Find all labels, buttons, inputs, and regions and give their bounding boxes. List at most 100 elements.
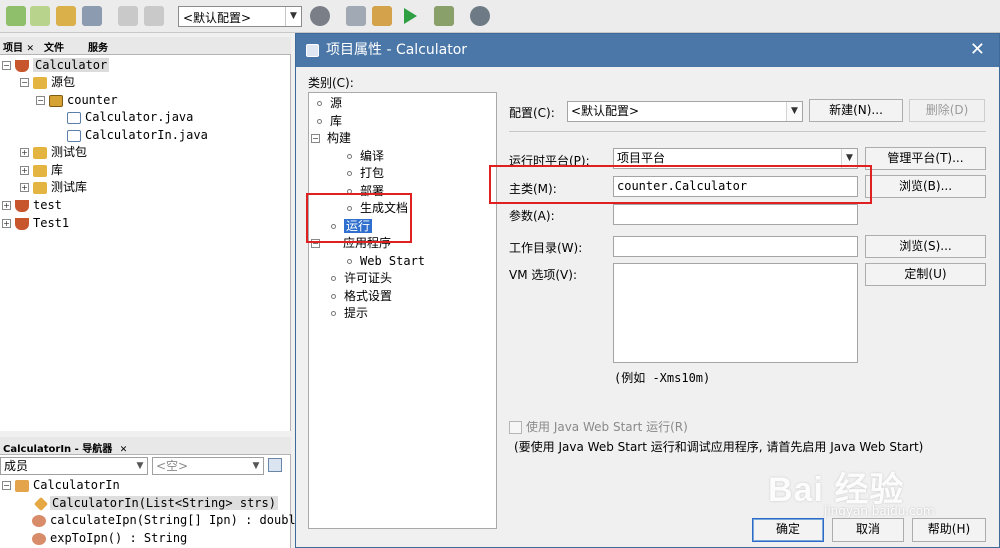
- redo-icon[interactable]: [144, 6, 164, 26]
- working-dir-field[interactable]: [613, 236, 858, 257]
- method-icon: [32, 514, 46, 527]
- category-label-build: 构建: [327, 131, 352, 145]
- clean-build-icon[interactable]: [372, 6, 392, 26]
- debug-icon[interactable]: [434, 6, 454, 26]
- leaf-dot-icon: [347, 154, 352, 159]
- main-toolbar: <默认配置> ▼: [0, 0, 1000, 33]
- new-file-icon[interactable]: [6, 6, 26, 26]
- tree-item-label: 库: [51, 163, 64, 177]
- watermark-url: jingyan.baidu.com: [824, 504, 935, 518]
- run-icon[interactable]: [404, 8, 417, 24]
- working-dir-label: 工作目录(W):: [509, 241, 583, 255]
- expand-icon[interactable]: +: [20, 183, 29, 192]
- collapse-icon[interactable]: −: [20, 78, 29, 87]
- browse-main-class-button[interactable]: 浏览(B)...: [865, 175, 986, 198]
- nav-item-label: calculateIpn(String[] Ipn) : doubl: [50, 513, 296, 527]
- category-license[interactable]: 许可证头: [331, 270, 392, 287]
- leaf-dot-icon: [331, 294, 336, 299]
- tree-item-test-libraries[interactable]: + 测试库: [20, 179, 87, 196]
- globe-icon[interactable]: [310, 6, 330, 26]
- filter-selector[interactable]: <空> ▼: [152, 457, 264, 475]
- tree-item-test[interactable]: + test: [2, 197, 62, 214]
- category-source[interactable]: 源: [317, 95, 342, 112]
- browse-working-dir-button[interactable]: 浏览(S)...: [865, 235, 986, 258]
- category-hints[interactable]: 提示: [331, 305, 368, 322]
- chevron-down-icon: ▼: [285, 7, 301, 26]
- category-package[interactable]: 打包: [347, 165, 384, 182]
- tree-item-test1[interactable]: + Test1: [2, 215, 69, 232]
- undo-icon[interactable]: [118, 6, 138, 26]
- members-selector-value: 成员: [4, 459, 29, 473]
- open-project-icon[interactable]: [56, 6, 76, 26]
- tab-files[interactable]: 文件: [44, 39, 64, 54]
- save-all-icon[interactable]: [82, 6, 102, 26]
- collapse-icon[interactable]: −: [2, 61, 11, 70]
- collapse-icon[interactable]: −: [311, 134, 320, 143]
- folder-icon: [33, 146, 47, 159]
- project-properties-icon: [306, 44, 319, 57]
- separator: [509, 131, 986, 132]
- config-selector[interactable]: <默认配置> ▼: [178, 6, 302, 27]
- members-selector[interactable]: 成员 ▼: [0, 457, 148, 475]
- arguments-field[interactable]: [613, 204, 858, 225]
- tab-projects[interactable]: 项目 ✕: [3, 39, 34, 54]
- category-build[interactable]: − 构建: [311, 130, 351, 147]
- tree-item-label: counter: [67, 93, 118, 107]
- projects-panel: 项目 ✕ 文件 服务 − Calculator − 源包 − counter Calc…: [0, 37, 291, 431]
- constructor-icon: [33, 496, 49, 511]
- new-config-button[interactable]: 新建(N)...: [809, 99, 903, 122]
- checkbox-icon[interactable]: [509, 421, 522, 434]
- close-icon[interactable]: ✕: [26, 44, 34, 54]
- category-label-package: 打包: [360, 166, 385, 180]
- expand-icon[interactable]: +: [2, 219, 11, 228]
- project-cup-icon: [15, 199, 29, 212]
- dialog-title: 项目属性 - Calculator: [326, 42, 468, 58]
- category-tree[interactable]: 源 库 − 构建 编译 打包 部署 生成文档 运行 − 应用程序 Web Start…: [308, 92, 497, 529]
- category-formatting[interactable]: 格式设置: [331, 288, 392, 305]
- category-label-web-start: Web Start: [360, 254, 426, 268]
- tab-services[interactable]: 服务: [88, 39, 108, 54]
- navigator-panel: CalculatorIn - 导航器 ✕ 成员 ▼ <空> ▼ − Calcula…: [0, 437, 296, 548]
- profile-icon[interactable]: [470, 6, 490, 26]
- tree-item-calculatorin-java[interactable]: CalculatorIn.java: [67, 127, 208, 144]
- leaf-dot-icon: [347, 171, 352, 176]
- collapse-icon[interactable]: −: [2, 481, 11, 490]
- category-libraries[interactable]: 库: [317, 113, 342, 130]
- tree-item-label: 测试库: [51, 180, 88, 194]
- tree-item-calculator[interactable]: − Calculator: [2, 57, 110, 74]
- category-label-compile: 编译: [360, 149, 385, 163]
- manage-platforms-button[interactable]: 管理平台(T)...: [865, 147, 986, 170]
- webstart-checkbox[interactable]: 使用 Java Web Start 运行(R): [509, 418, 688, 435]
- new-project-icon[interactable]: [30, 6, 50, 26]
- tree-item-calculator-java[interactable]: Calculator.java: [67, 109, 193, 126]
- config-combo[interactable]: <默认配置> ▼: [567, 101, 803, 122]
- nav-item-label: CalculatorIn(List<String> strs): [50, 496, 278, 510]
- delete-config-button[interactable]: 删除(D): [909, 99, 985, 122]
- tree-item-source-packages[interactable]: − 源包: [20, 74, 75, 91]
- tree-item-test-packages[interactable]: + 测试包: [20, 144, 87, 161]
- navigator-options-icon[interactable]: [268, 458, 282, 472]
- vm-options-field[interactable]: [613, 263, 858, 363]
- tree-item-label: test: [33, 198, 62, 212]
- category-label-formatting: 格式设置: [344, 289, 393, 303]
- nav-item-label: CalculatorIn: [33, 478, 120, 492]
- close-dialog-icon[interactable]: ✕: [970, 38, 985, 62]
- nav-item-constructor[interactable]: CalculatorIn(List<String> strs): [33, 495, 278, 512]
- collapse-icon[interactable]: −: [36, 96, 45, 105]
- expand-icon[interactable]: +: [20, 148, 29, 157]
- config-selector-value: <默认配置>: [183, 11, 252, 25]
- expand-icon[interactable]: +: [20, 166, 29, 175]
- build-hammer-icon[interactable]: [346, 6, 366, 26]
- tree-item-libraries[interactable]: + 库: [20, 162, 63, 179]
- nav-item-method-exp[interactable]: expToIpn() : String: [32, 530, 187, 547]
- dialog-title-bar: 项目属性 - Calculator: [296, 34, 999, 67]
- java-file-icon: [67, 111, 81, 124]
- category-compile[interactable]: 编译: [347, 148, 384, 165]
- nav-item-class[interactable]: − CalculatorIn: [2, 477, 120, 494]
- nav-item-method-calculate[interactable]: calculateIpn(String[] Ipn) : doubl: [32, 512, 296, 529]
- close-icon[interactable]: ✕: [120, 445, 128, 455]
- customize-vm-button[interactable]: 定制(U): [865, 263, 986, 286]
- category-web-start[interactable]: Web Start: [347, 253, 425, 270]
- expand-icon[interactable]: +: [2, 201, 11, 210]
- tree-item-counter[interactable]: − counter: [36, 92, 118, 109]
